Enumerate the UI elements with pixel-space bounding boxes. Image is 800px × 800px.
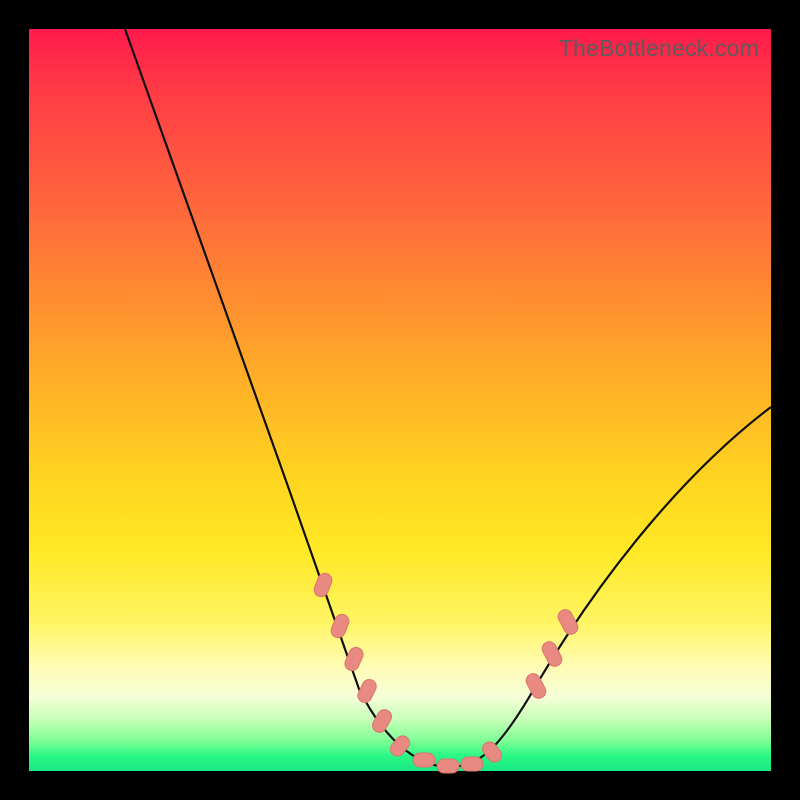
curve-svg <box>29 29 771 771</box>
curve-marker <box>312 571 334 598</box>
chart-frame: TheBottleneck.com <box>0 0 800 800</box>
curve-marker <box>437 759 459 773</box>
curve-marker <box>480 739 505 765</box>
curve-marker <box>461 757 483 771</box>
curve-marker <box>329 612 351 639</box>
curve-marker <box>413 753 435 767</box>
curve-marker <box>370 707 394 735</box>
plot-area: TheBottleneck.com <box>29 29 771 771</box>
curve-marker <box>524 671 549 701</box>
bottleneck-curve <box>125 29 771 767</box>
curve-marker <box>355 677 378 705</box>
